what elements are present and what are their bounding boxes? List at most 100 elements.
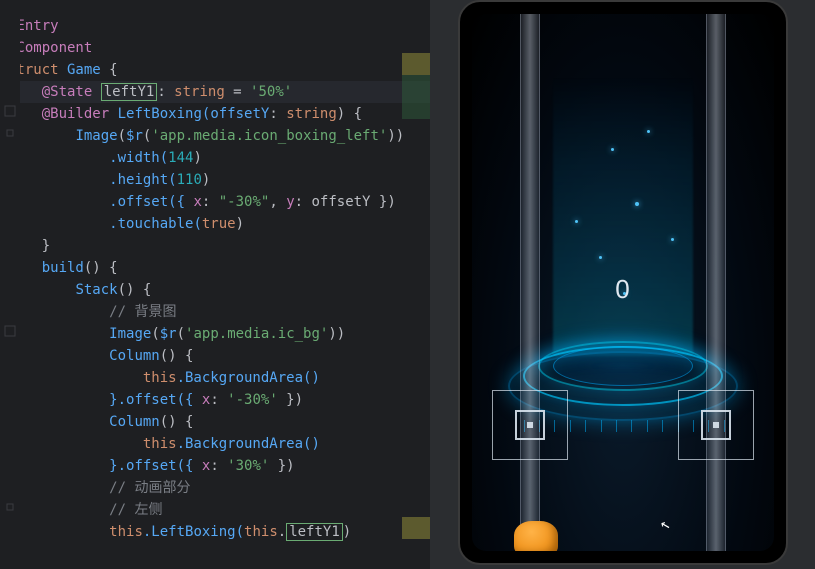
code-editor[interactable]: @Entry @Component struct Game { @State l…	[0, 0, 430, 569]
paren: (	[151, 326, 159, 342]
paren-brace: () {	[84, 260, 118, 276]
method-build: build	[42, 260, 84, 276]
rest: : offsetY })	[295, 194, 396, 210]
type-string: string	[174, 84, 225, 100]
string-literal: '50%'	[250, 84, 292, 100]
keyword-this: this	[109, 524, 143, 540]
call-r: $r	[126, 128, 143, 144]
builder-method: LeftBoxing(	[109, 106, 210, 122]
call-backgroundarea: .BackgroundArea()	[177, 370, 320, 386]
paren: (	[177, 326, 185, 342]
device-frame: 0 ↖	[458, 0, 788, 565]
minimap-change-marker	[402, 97, 430, 119]
chain-touchable: .touchable(	[109, 216, 202, 232]
minimap-change-marker	[402, 75, 430, 97]
paren: )	[236, 216, 244, 232]
annotation-component: @Component	[8, 40, 92, 56]
comment: // 动画部分	[109, 480, 190, 496]
call-stack: Stack	[75, 282, 117, 298]
call-r: $r	[160, 326, 177, 342]
prop-x: x	[193, 194, 201, 210]
gutter-marker-icon	[4, 127, 16, 139]
score-display: 0	[615, 274, 629, 305]
particle	[599, 256, 602, 259]
paren-brace: ) {	[337, 106, 362, 122]
call-image: Image	[75, 128, 117, 144]
comma: ,	[269, 194, 286, 210]
string-literal: "-30%"	[219, 194, 270, 210]
colon: :	[210, 392, 227, 408]
particle	[671, 238, 674, 241]
keyword-this: this	[244, 524, 278, 540]
paren: )	[202, 172, 210, 188]
string-literal: 'app.media.icon_boxing_left'	[151, 128, 387, 144]
call-column: Column	[109, 348, 160, 364]
struct-name: Game	[59, 62, 110, 78]
param-name: offsetY	[210, 106, 269, 122]
target-left[interactable]	[492, 390, 568, 460]
gutter-marker-icon	[4, 105, 16, 117]
chain-offset: }.offset({	[109, 392, 202, 408]
pillar-left	[520, 14, 540, 551]
paren: ))	[387, 128, 404, 144]
chain-offset: }.offset({	[109, 458, 202, 474]
chain-height: .height(	[109, 172, 176, 188]
bool-literal: true	[202, 216, 236, 232]
chain-offset: .offset({	[109, 194, 193, 210]
particle	[611, 148, 614, 151]
particle	[575, 220, 578, 223]
particle	[647, 130, 650, 133]
keyword-this: this	[143, 370, 177, 386]
pillar-right	[706, 14, 726, 551]
number-literal: 110	[177, 172, 202, 188]
dot: .	[278, 524, 286, 540]
light-beam	[553, 76, 693, 356]
device-screen[interactable]: 0 ↖	[472, 14, 774, 551]
call-leftboxing: .LeftBoxing(	[143, 524, 244, 540]
gutter	[0, 0, 20, 569]
paren-brace: () {	[160, 414, 194, 430]
prop-y: y	[286, 194, 294, 210]
brace: {	[109, 62, 117, 78]
annotation-state: @State	[42, 84, 93, 100]
paren: (	[118, 128, 126, 144]
paren-brace: () {	[118, 282, 152, 298]
target-right[interactable]	[678, 390, 754, 460]
chain-width: .width(	[109, 150, 168, 166]
string-literal: '-30%'	[227, 392, 278, 408]
particle	[635, 202, 639, 206]
cursor-icon: ↖	[658, 513, 672, 534]
minimap-change-marker	[402, 53, 430, 75]
call-backgroundarea: .BackgroundArea()	[177, 436, 320, 452]
paren: )	[343, 524, 351, 540]
number-literal: 144	[168, 150, 193, 166]
comment: // 左侧	[109, 502, 162, 518]
call-column: Column	[109, 414, 160, 430]
call-image: Image	[109, 326, 151, 342]
paren: )	[193, 150, 201, 166]
equals: =	[225, 84, 250, 100]
colon: :	[157, 84, 174, 100]
boxing-glove-icon[interactable]	[514, 521, 558, 551]
colon: :	[202, 194, 219, 210]
comment: // 背景图	[109, 304, 176, 320]
state-var-name: leftY1	[101, 83, 158, 101]
string-literal: 'app.media.ic_bg'	[185, 326, 328, 342]
brace: }	[42, 238, 50, 254]
paren-brace: () {	[160, 348, 194, 364]
preview-panel: 0 ↖	[430, 0, 815, 569]
state-ref: leftY1	[286, 523, 343, 541]
annotation-builder: @Builder	[42, 106, 109, 122]
code-content[interactable]: @Entry @Component struct Game { @State l…	[0, 15, 430, 543]
type-string: string	[286, 106, 337, 122]
colon: :	[269, 106, 286, 122]
paren: ))	[328, 326, 345, 342]
keyword-this: this	[143, 436, 177, 452]
paren: })	[269, 458, 294, 474]
paren: })	[278, 392, 303, 408]
gutter-marker-icon	[4, 501, 16, 513]
colon: :	[210, 458, 227, 474]
string-literal: '30%'	[227, 458, 269, 474]
gutter-marker-icon	[4, 325, 16, 337]
minimap-change-marker	[402, 517, 430, 539]
